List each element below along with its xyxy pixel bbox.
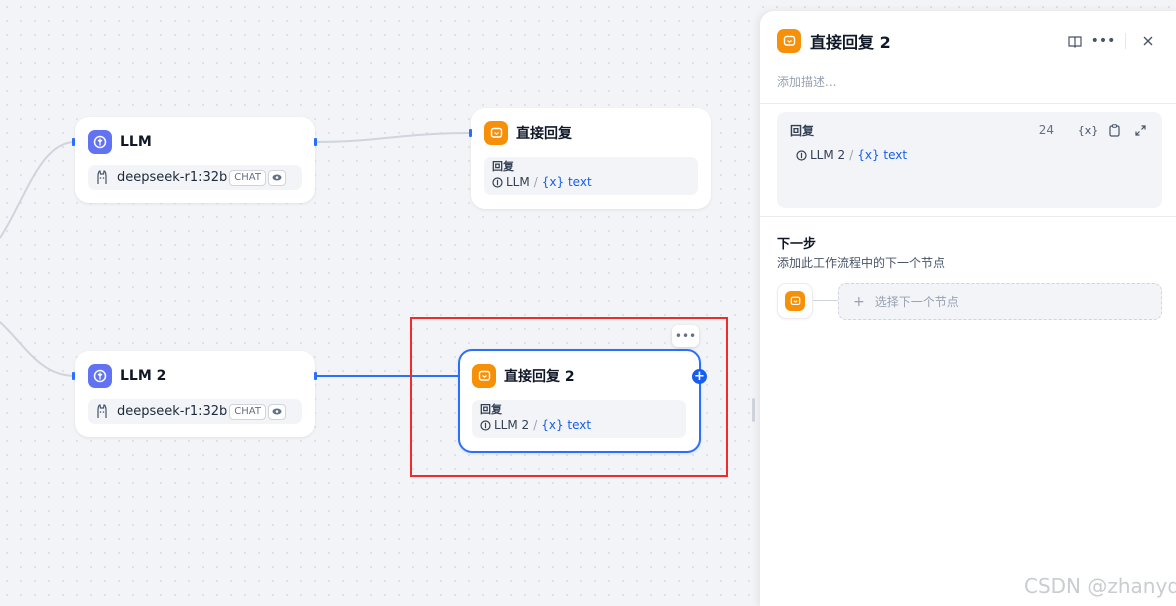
reply-node[interactable]: 直接回复 回复 LLM / {x} text (471, 108, 711, 209)
node-config-panel: 直接回复 2 ••• 添加描述... 回复 24 {x} LLM 2 / {x}… (760, 11, 1176, 606)
panel-header: 直接回复 2 (777, 29, 891, 53)
variable-name: {x} text (541, 175, 592, 189)
node-title: 直接回复 2 (504, 369, 575, 385)
model-name: deepseek-r1:32b (117, 404, 228, 419)
reply-content: 回复 LLM 2 / {x} text (472, 400, 686, 438)
llm-small-icon (796, 149, 807, 161)
llm-small-icon (492, 176, 503, 188)
node-title: LLM 2 (120, 368, 167, 384)
panel-actions: ••• (1057, 31, 1158, 51)
reply-label: 回复 (492, 160, 514, 173)
reply-icon (777, 29, 801, 53)
llm-node[interactable]: LLM deepseek-r1:32b CHAT (75, 117, 315, 203)
next-step-title: 下一步 (777, 237, 817, 252)
llm2-node[interactable]: LLM 2 deepseek-r1:32b CHAT (75, 351, 315, 437)
edge-in-llm1 (0, 141, 76, 239)
node-title: LLM (120, 134, 152, 150)
llm2-output-handle[interactable] (314, 372, 317, 380)
expand-icon[interactable] (1132, 122, 1148, 138)
model-name: deepseek-r1:32b (117, 170, 228, 185)
panel-resize-handle[interactable] (752, 398, 755, 422)
variable-separator: / (849, 148, 854, 162)
reply-label: 回复 (480, 403, 502, 416)
next-connector (813, 300, 838, 301)
model-selector[interactable]: deepseek-r1:32b CHAT (88, 399, 302, 424)
edge-llm1-reply1 (315, 132, 472, 143)
variable-source: LLM 2 (494, 418, 530, 432)
copy-icon[interactable] (1106, 122, 1122, 138)
character-count: 24 (1038, 123, 1054, 137)
editor-label: 回复 (790, 124, 815, 138)
variable-name: {x} text (857, 148, 908, 162)
actions-divider (1125, 33, 1126, 49)
llm-icon (88, 364, 112, 388)
node-title: 直接回复 (516, 126, 572, 142)
chat-badge: CHAT (229, 169, 266, 186)
llm-icon (88, 130, 112, 154)
edges-layer (0, 132, 472, 377)
llm1-input-handle[interactable] (72, 138, 75, 146)
reply-content: 回复 LLM / {x} text (484, 157, 698, 195)
description-input[interactable]: 添加描述... (777, 73, 836, 90)
ollama-icon (97, 403, 107, 418)
ollama-icon (97, 169, 107, 184)
eye-icon (267, 169, 286, 186)
variable-source: LLM 2 (810, 148, 846, 162)
panel-title[interactable]: 直接回复 2 (810, 29, 891, 53)
reply1-input-handle[interactable] (469, 129, 472, 137)
select-next-node-button[interactable]: + 选择下一个节点 (838, 283, 1162, 320)
reply-icon (785, 291, 805, 311)
chat-badge: CHAT (229, 403, 266, 420)
divider (760, 216, 1176, 217)
plus-icon: + (853, 293, 865, 310)
edge-in-llm2 (0, 321, 76, 377)
editor-tools: 24 {x} (1039, 122, 1148, 138)
llm2-input-handle[interactable] (72, 372, 75, 380)
add-next-node-icon[interactable]: + (692, 369, 707, 384)
help-book-icon[interactable] (1065, 31, 1085, 51)
divider (760, 103, 1176, 104)
select-next-node-label: 选择下一个节点 (874, 295, 959, 309)
insert-variable-icon[interactable]: {x} (1078, 122, 1099, 138)
more-options-icon[interactable]: ••• (672, 325, 699, 347)
variable-reference: LLM 2 / {x} text (480, 418, 678, 432)
variable-name: {x} text (541, 418, 592, 432)
next-step-description: 添加此工作流程中的下一个节点 (777, 256, 946, 270)
eye-icon (267, 403, 286, 420)
current-node-chip (777, 283, 813, 319)
variable-separator: / (533, 175, 538, 189)
model-selector[interactable]: deepseek-r1:32b CHAT (88, 165, 302, 190)
reply-editor[interactable]: 回复 24 {x} LLM 2 / {x} text (777, 112, 1162, 208)
variable-reference: LLM / {x} text (492, 175, 690, 189)
variable-reference[interactable]: LLM 2 / {x} text (796, 148, 907, 162)
llm1-output-handle[interactable] (314, 138, 317, 146)
llm-small-icon (480, 419, 491, 431)
variable-source: LLM (506, 175, 530, 189)
reply-icon (484, 121, 508, 145)
more-icon[interactable]: ••• (1091, 31, 1116, 51)
reply2-node[interactable]: 直接回复 2 回复 LLM 2 / {x} text (458, 349, 701, 453)
close-icon[interactable] (1138, 31, 1158, 51)
watermark: CSDN @zhanyd (1024, 574, 1176, 598)
reply-icon (472, 364, 496, 388)
variable-separator: / (533, 418, 538, 432)
